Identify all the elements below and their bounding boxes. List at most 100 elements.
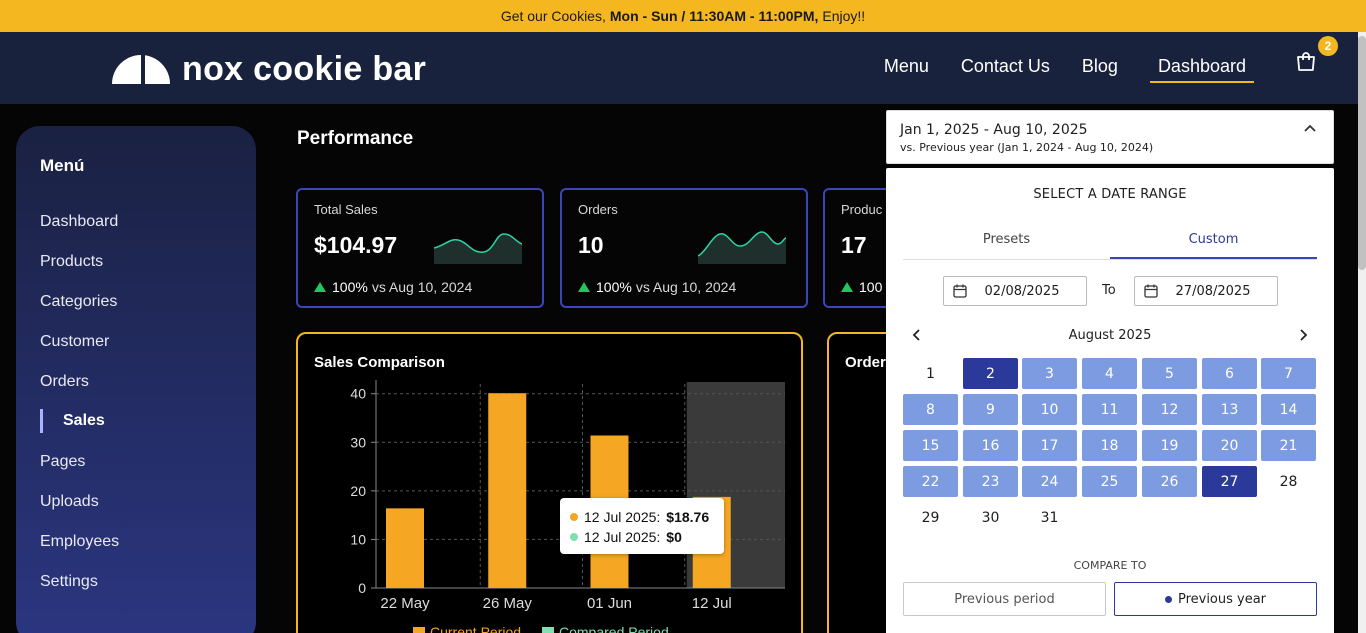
sidebar-item-orders[interactable]: Orders: [40, 373, 89, 391]
kpi-label: Produc: [841, 202, 883, 217]
start-date-input[interactable]: 02/08/2025: [943, 276, 1087, 306]
sidebar-item-settings[interactable]: Settings: [40, 573, 98, 591]
sidebar-item-categories[interactable]: Categories: [40, 293, 117, 311]
calendar-day[interactable]: 22: [903, 466, 958, 497]
calendar-day[interactable]: 30: [963, 502, 1018, 533]
sidebar: Menú Dashboard Products Categories Custo…: [16, 126, 256, 633]
calendar-day[interactable]: 20: [1202, 430, 1257, 461]
compare-previous-period-button[interactable]: Previous period: [903, 582, 1106, 616]
y-tick-label: 30: [350, 434, 366, 450]
y-tick-label: 20: [350, 483, 366, 499]
promo-prefix: Get our Cookies,: [500, 8, 606, 24]
sidebar-item-customer[interactable]: Customer: [40, 333, 109, 351]
calendar-day[interactable]: 6: [1202, 358, 1257, 389]
sidebar-item-sales[interactable]: Sales: [40, 409, 105, 433]
bar-current-period: [488, 393, 527, 588]
calendar-day[interactable]: 4: [1082, 358, 1137, 389]
calendar-day[interactable]: 27: [1202, 466, 1257, 497]
calendar-day[interactable]: 24: [1022, 466, 1077, 497]
calendar-day[interactable]: 12: [1142, 394, 1197, 425]
kpi-delta-text: vs Aug 10, 2024: [371, 279, 473, 295]
to-label: To: [1102, 283, 1116, 298]
date-range-picker[interactable]: Jan 1, 2025 - Aug 10, 2025 vs. Previous …: [886, 110, 1334, 164]
sidebar-title: Menú: [40, 156, 85, 175]
sales-comparison-card: Sales Comparison 0 10 20 30 40 22 May 26 May 01…: [296, 332, 803, 633]
shopping-bag-icon[interactable]: [1294, 50, 1318, 74]
calendar-day[interactable]: 28: [1261, 466, 1316, 497]
compare-previous-year-button[interactable]: Previous year: [1114, 582, 1317, 616]
calendar-day[interactable]: 8: [903, 394, 958, 425]
calendar-day[interactable]: 26: [1142, 466, 1197, 497]
calendar-icon: [953, 284, 967, 298]
calendar-day[interactable]: 25: [1082, 466, 1137, 497]
calendar-day[interactable]: 31: [1022, 502, 1077, 533]
nav-menu[interactable]: Menu: [884, 56, 929, 83]
calendar-day[interactable]: 17: [1022, 430, 1077, 461]
calendar-day[interactable]: 1: [903, 358, 958, 389]
sidebar-item-pages[interactable]: Pages: [40, 453, 85, 471]
calendar-day[interactable]: 15: [903, 430, 958, 461]
nav-dashboard[interactable]: Dashboard: [1149, 56, 1254, 83]
compare-range: vs. Previous year (Jan 1, 2024 - Aug 10,…: [900, 141, 1154, 154]
popover-title: SELECT A DATE RANGE: [1033, 187, 1187, 202]
calendar-day[interactable]: 29: [903, 502, 958, 533]
top-navbar: nox cookie bar Menu Contact Us Blog Dash…: [0, 32, 1358, 104]
brand-logo[interactable]: nox cookie bar: [112, 50, 426, 89]
scrollbar-thumb[interactable]: [1358, 36, 1366, 270]
kpi-value: 10: [578, 232, 604, 258]
tab-custom[interactable]: Custom: [1110, 226, 1317, 259]
trend-up-icon: [578, 282, 590, 292]
calendar-day[interactable]: 21: [1261, 430, 1316, 461]
tooltip-date: 12 Jul 2025:: [584, 529, 661, 545]
tooltip-value: $18.76: [666, 509, 710, 525]
calendar-day[interactable]: 13: [1202, 394, 1257, 425]
calendar-day[interactable]: 19: [1142, 430, 1197, 461]
calendar-day[interactable]: 3: [1022, 358, 1077, 389]
sidebar-item-dashboard[interactable]: Dashboard: [40, 213, 118, 231]
sidebar-item-uploads[interactable]: Uploads: [40, 493, 99, 511]
kpi-delta: 100% vs Aug 10, 2024: [314, 279, 472, 295]
kpi-delta-pct: 100%: [332, 279, 368, 295]
tooltip-row-current: 12 Jul 2025: $18.76: [570, 507, 714, 527]
trend-up-icon: [314, 282, 326, 292]
tab-presets[interactable]: Presets: [903, 226, 1110, 259]
kpi-value: 17: [841, 232, 867, 258]
kpi-products: Produc 17 100: [823, 188, 893, 308]
sidebar-item-employees[interactable]: Employees: [40, 533, 119, 551]
month-label: August 2025: [1068, 328, 1152, 343]
nav-contact-us[interactable]: Contact Us: [961, 56, 1050, 83]
calendar-day[interactable]: 14: [1261, 394, 1316, 425]
end-date-input[interactable]: 27/08/2025: [1134, 276, 1278, 306]
chevron-left-icon[interactable]: [910, 328, 924, 342]
sales-bar-chart[interactable]: 0 10 20 30 40 22 May 26 May 01 Jun 12 Jul Current…: [298, 334, 801, 633]
end-date-value: 27/08/2025: [1175, 283, 1251, 299]
calendar-day[interactable]: 18: [1082, 430, 1137, 461]
compare-option-label: Previous period: [954, 591, 1055, 607]
tooltip-date: 12 Jul 2025:: [584, 509, 661, 525]
kpi-total-sales: Total Sales $104.97 100% vs Aug 10, 2024: [296, 188, 544, 308]
calendar-day[interactable]: 2: [963, 358, 1018, 389]
bar-current-period: [386, 508, 424, 588]
tooltip-value: $0: [666, 529, 682, 545]
cookie-logo-icon: [112, 54, 170, 85]
brand-name: nox cookie bar: [182, 50, 427, 88]
current-period-dot: [570, 513, 578, 521]
calendar-day[interactable]: 16: [963, 430, 1018, 461]
calendar-day[interactable]: 10: [1022, 394, 1077, 425]
calendar-icon: [1144, 284, 1158, 298]
calendar-day[interactable]: 23: [963, 466, 1018, 497]
calendar-day[interactable]: 9: [963, 394, 1018, 425]
calendar-day[interactable]: 11: [1082, 394, 1137, 425]
calendar-day[interactable]: 5: [1142, 358, 1197, 389]
calendar-day[interactable]: 7: [1261, 358, 1316, 389]
sparkline: [434, 233, 522, 264]
sidebar-item-products[interactable]: Products: [40, 253, 103, 271]
date-range-popover: SELECT A DATE RANGE Presets Custom 02/08…: [886, 168, 1334, 633]
x-tick-label: 26 May: [483, 595, 533, 612]
chevron-up-icon[interactable]: [1303, 123, 1317, 133]
chevron-right-icon[interactable]: [1296, 328, 1310, 342]
y-tick-label: 40: [350, 386, 366, 402]
x-tick-label: 01 Jun: [587, 595, 632, 612]
y-tick-label: 0: [358, 580, 366, 596]
nav-blog[interactable]: Blog: [1082, 56, 1118, 83]
